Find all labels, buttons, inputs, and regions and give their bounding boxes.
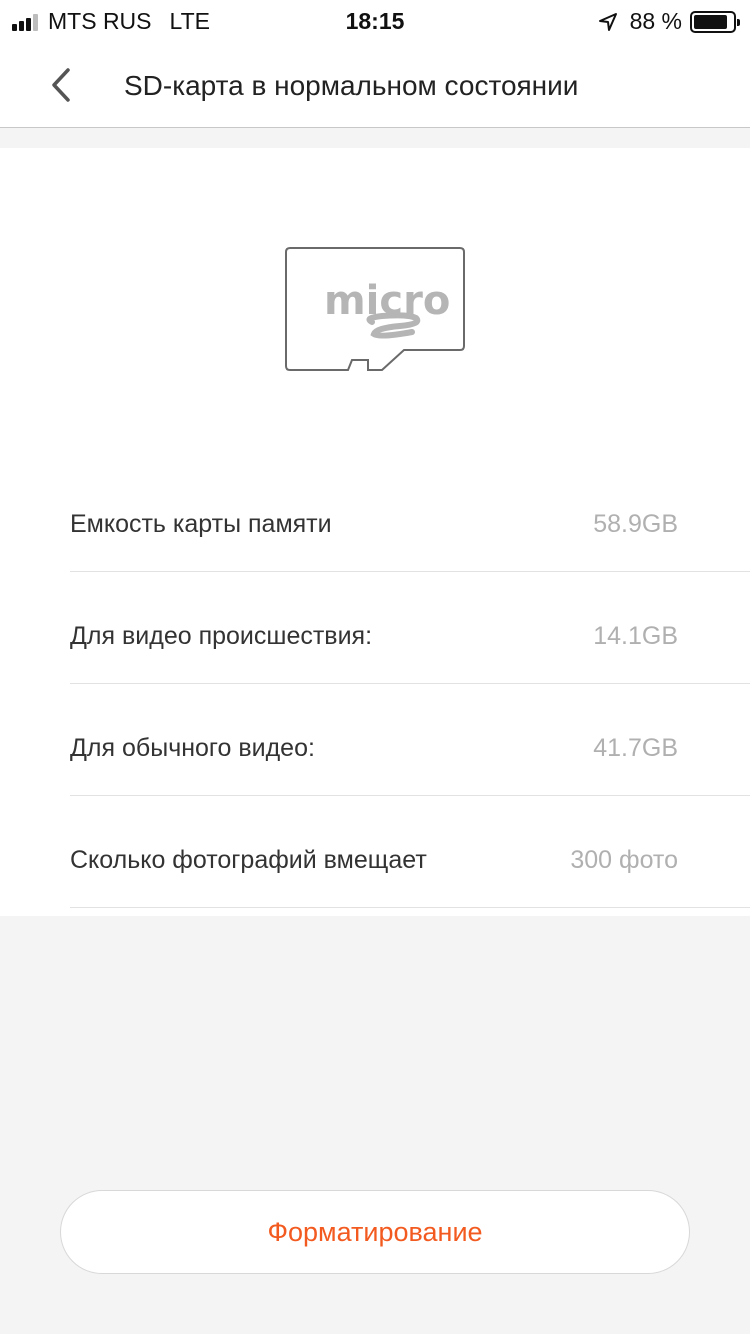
location-arrow-icon — [598, 12, 617, 31]
battery-nub — [737, 18, 740, 26]
microsd-card-icon: micro — [285, 247, 465, 371]
sd-info-card: micro Емкость карты памяти 58.9GB Для ви… — [0, 148, 750, 916]
info-row-normal-video: Для обычного видео: 41.7GB — [70, 684, 750, 796]
info-label: Сколько фотографий вмещает — [70, 846, 427, 874]
battery-icon — [690, 10, 740, 33]
back-button[interactable] — [42, 64, 82, 106]
info-label: Для видео происшествия: — [70, 622, 373, 650]
battery-percent: 88 % — [629, 8, 682, 34]
info-list: Емкость карты памяти 58.9GB Для видео пр… — [70, 460, 750, 908]
info-label: Для обычного видео: — [70, 734, 315, 762]
info-row-capacity: Емкость карты памяти 58.9GB — [70, 460, 750, 572]
info-value: 41.7GB — [593, 734, 678, 762]
format-button[interactable]: Форматирование — [60, 1190, 690, 1274]
page-title: SD-карта в нормальном состоянии — [124, 70, 579, 101]
info-row-photo-count: Сколько фотографий вмещает 300 фото — [70, 796, 750, 908]
battery-fill — [694, 14, 727, 29]
nav-bar: SD-карта в нормальном состоянии — [0, 42, 750, 128]
info-label: Емкость карты памяти — [70, 510, 332, 538]
status-right: 88 % — [598, 8, 740, 35]
info-value: 58.9GB — [593, 510, 678, 538]
info-row-event-video: Для видео происшествия: 14.1GB — [70, 572, 750, 684]
chevron-left-icon — [52, 68, 70, 102]
screen: MTS RUS LTE 18:15 88 % SD-карта в нормал… — [0, 0, 750, 1334]
info-value: 300 фото — [570, 846, 678, 874]
info-value: 14.1GB — [593, 622, 678, 650]
status-bar: MTS RUS LTE 18:15 88 % — [0, 0, 750, 42]
